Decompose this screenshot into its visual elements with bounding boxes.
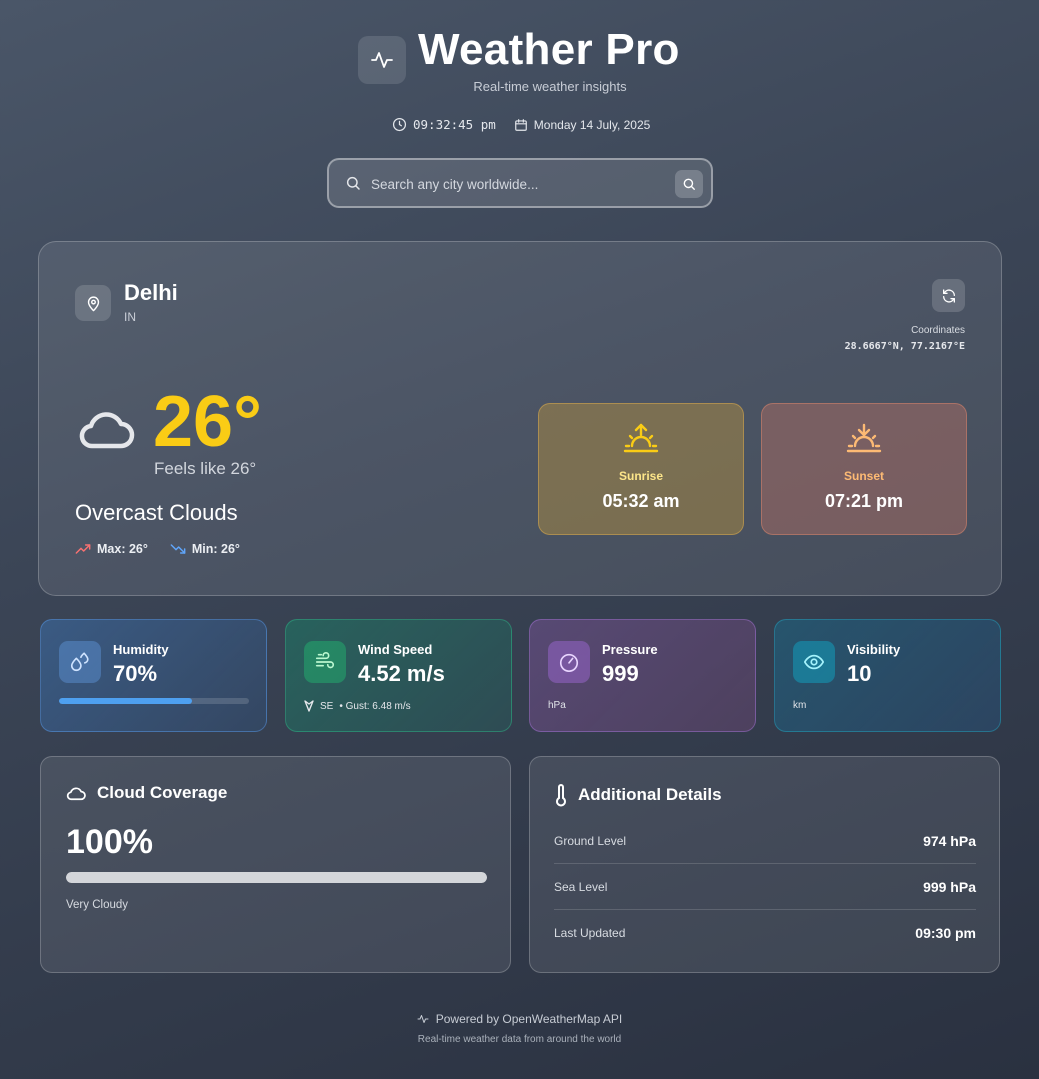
weather-condition: Overcast Clouds <box>75 500 238 525</box>
cloud-coverage-card: Cloud Coverage 100% Very Cloudy <box>40 756 511 973</box>
cloud-icon <box>66 787 86 801</box>
wind-icon <box>304 641 346 683</box>
gauge-icon <box>548 641 590 683</box>
cloud-coverage-title: Cloud Coverage <box>65 783 227 803</box>
calendar-icon <box>514 118 527 131</box>
sunrise-card: Sunrise 05:32 am <box>538 403 744 535</box>
datetime-row: 09:32:45 pm Monday 14 July, 2025 <box>392 117 650 132</box>
pressure-card: Pressure 999 hPa <box>529 619 756 732</box>
additional-details-card: Additional Details Ground Level 974 hPa … <box>529 756 1000 973</box>
cloud-coverage-description: Very Cloudy <box>66 899 129 911</box>
search-icon <box>345 175 361 196</box>
sunrise-time: 05:32 am <box>602 491 680 511</box>
humidity-label: Humidity <box>113 642 169 657</box>
cloud-icon <box>75 402 137 459</box>
feels-like: Feels like 26° <box>154 459 257 478</box>
additional-details-title: Additional Details <box>554 783 722 807</box>
search-icon <box>683 178 695 190</box>
map-pin-icon <box>75 285 111 321</box>
visibility-card: Visibility 10 km <box>774 619 1001 732</box>
wind-gust: • Gust: 6.48 m/s <box>339 700 411 712</box>
app-logo <box>358 36 406 84</box>
footer-tagline: Real-time weather data from around the w… <box>417 1034 622 1045</box>
detail-row-last-updated: Last Updated 09:30 pm <box>554 925 976 941</box>
trending-up-icon <box>75 544 91 554</box>
app-title: Weather Pro <box>418 25 680 74</box>
refresh-button[interactable] <box>932 279 965 312</box>
coordinates-value: 28.6667°N, 77.2167°E <box>844 341 965 352</box>
activity-icon <box>417 1015 429 1023</box>
cloud-coverage-bar <box>66 872 487 883</box>
navigation-arrow-icon <box>304 700 314 712</box>
sunset-icon <box>846 422 882 459</box>
clock-icon <box>392 117 407 132</box>
sunset-time: 07:21 pm <box>824 491 904 511</box>
activity-icon <box>371 52 393 68</box>
visibility-unit: km <box>793 700 807 711</box>
current-weather-card: Delhi IN Coordinates 28.6667°N, 77.2167°… <box>38 241 1002 596</box>
droplets-icon <box>59 641 101 683</box>
detail-row-sea-level: Sea Level 999 hPa <box>554 864 976 910</box>
pressure-value: 999 <box>602 661 639 686</box>
visibility-value: 10 <box>847 661 872 686</box>
min-temp: Min: 26° <box>170 542 240 556</box>
current-time: 09:32:45 pm <box>413 117 496 132</box>
trending-down-icon <box>170 544 186 554</box>
eye-icon <box>793 641 835 683</box>
pressure-unit: hPa <box>548 700 566 711</box>
humidity-card: Humidity 70% <box>40 619 267 732</box>
wind-label: Wind Speed <box>358 642 433 657</box>
wind-value: 4.52 m/s <box>358 661 445 686</box>
app-subtitle: Real-time weather insights <box>473 79 627 94</box>
search-input[interactable] <box>371 172 661 196</box>
search-bar <box>327 158 713 208</box>
refresh-icon <box>942 288 955 303</box>
pressure-label: Pressure <box>602 642 658 657</box>
city-name: Delhi <box>124 280 178 305</box>
cloud-coverage-bar-fill <box>66 872 487 883</box>
max-temp: Max: 26° <box>75 542 148 556</box>
max-min-row: Max: 26° Min: 26° <box>75 542 240 556</box>
coordinates-label: Coordinates <box>911 325 965 336</box>
humidity-bar-fill <box>59 698 192 704</box>
search-button[interactable] <box>675 170 703 198</box>
temperature: 26° <box>153 382 262 462</box>
cloud-coverage-value: 100% <box>66 823 153 861</box>
humidity-value: 70% <box>113 661 158 686</box>
sunset-label: Sunset <box>843 469 884 483</box>
wind-details: SE • Gust: 6.48 m/s <box>304 700 411 712</box>
sunset-card: Sunset 07:21 pm <box>761 403 967 535</box>
wind-card: Wind Speed 4.52 m/s SE • Gust: 6.48 m/s <box>285 619 512 732</box>
detail-row-ground-level: Ground Level 974 hPa <box>554 818 976 864</box>
wind-direction: SE <box>320 700 334 712</box>
footer-powered-by: Powered by OpenWeatherMap API <box>0 1012 1039 1026</box>
country-code: IN <box>124 310 136 324</box>
humidity-bar <box>59 698 249 704</box>
sunrise-icon <box>623 422 659 459</box>
visibility-label: Visibility <box>847 642 901 657</box>
thermometer-icon <box>556 784 566 807</box>
current-date: Monday 14 July, 2025 <box>533 117 651 132</box>
sunrise-label: Sunrise <box>618 469 663 483</box>
